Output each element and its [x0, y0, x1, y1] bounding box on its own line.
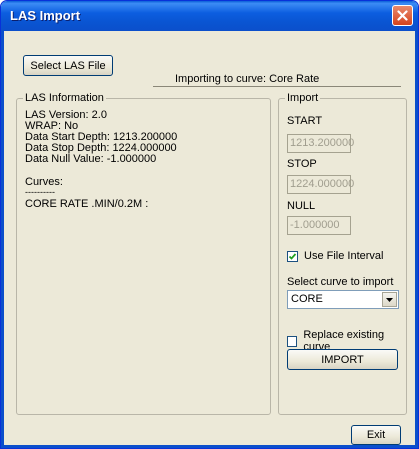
window-frame-right: [415, 31, 418, 448]
window-title: LAS Import: [10, 8, 81, 23]
start-label: START: [287, 115, 323, 127]
select-curve-label: Select curve to import: [287, 276, 394, 288]
close-button[interactable]: [392, 5, 413, 26]
use-file-interval-checkbox[interactable]: [287, 250, 298, 262]
window-frame-bottom: [1, 445, 418, 448]
import-legend: Import: [285, 92, 321, 104]
replace-existing-curve-checkbox[interactable]: [287, 335, 298, 347]
las-information-group: LAS Information LAS Version: 2.0 WRAP: N…: [16, 92, 271, 415]
import-group: Import START 1213.200000 STOP 1224.00000…: [278, 92, 407, 415]
start-field[interactable]: 1213.200000: [287, 134, 354, 153]
select-las-file-button[interactable]: Select LAS File: [23, 55, 113, 76]
las-information-legend: LAS Information: [23, 92, 106, 104]
window-frame-left: [1, 31, 4, 448]
import-button-label: IMPORT: [321, 353, 364, 366]
use-file-interval-checkbox-row[interactable]: Use File Interval: [287, 250, 383, 262]
curves-separator: ----------: [25, 187, 55, 197]
null-field[interactable]: -1.000000: [287, 216, 351, 235]
import-status-text: Importing to curve: Core Rate: [153, 73, 401, 87]
curve-select-arrow[interactable]: [382, 292, 397, 307]
stop-field[interactable]: 1224.000000: [287, 175, 354, 194]
check-icon: [288, 252, 297, 260]
curve-select[interactable]: CORE: [287, 290, 399, 309]
import-button[interactable]: IMPORT: [287, 349, 398, 370]
las-import-window: LAS Import Select LAS File Importing to …: [0, 0, 419, 449]
use-file-interval-label: Use File Interval: [304, 250, 384, 262]
stop-label: STOP: [287, 158, 317, 170]
curve-select-value: CORE: [291, 293, 323, 305]
exit-button-label: Exit: [366, 429, 386, 441]
close-icon: [397, 10, 408, 21]
info-line-null-value: Data Null Value: -1.000000: [25, 153, 157, 165]
curve-entry: CORE RATE .MIN/0.2M :: [25, 198, 149, 210]
title-bar[interactable]: LAS Import: [1, 1, 418, 31]
exit-button[interactable]: Exit: [351, 425, 401, 445]
chevron-down-icon: [386, 297, 393, 302]
select-las-file-label: Select LAS File: [30, 59, 106, 72]
null-label: NULL: [287, 200, 316, 212]
